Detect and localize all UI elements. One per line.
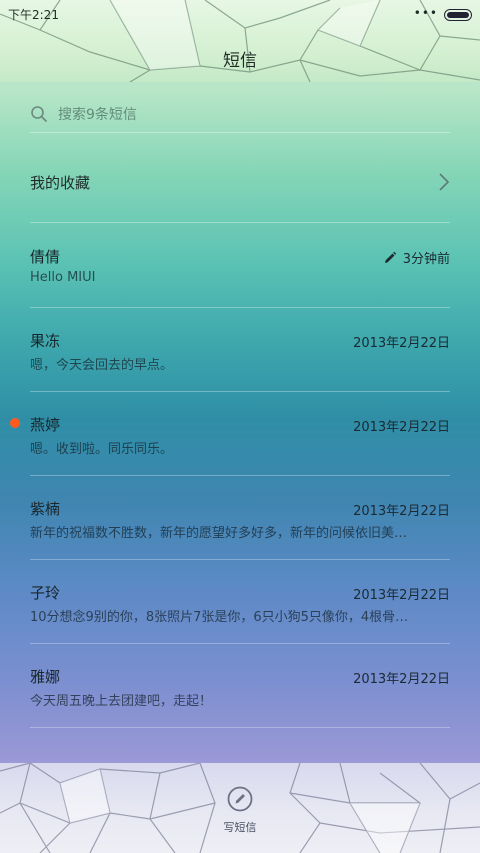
message-time: 2013年2月22日 <box>353 420 450 435</box>
status-bar: 下午2:21 ••• <box>0 0 480 28</box>
contact-name: 子玲 <box>30 584 61 602</box>
status-time: 下午2:21 <box>8 8 59 22</box>
message-preview: Hello MIUI <box>30 270 96 285</box>
message-time-text: 3分钟前 <box>402 252 450 267</box>
message-time: 3分钟前 <box>383 248 450 267</box>
battery-icon <box>444 9 472 21</box>
contact-name: 雅娜 <box>30 668 61 686</box>
message-preview: 新年的祝福数不胜数，新年的愿望好多好多，新年的问候依旧美… <box>30 526 408 541</box>
message-time: 2013年2月22日 <box>353 588 450 603</box>
page-title: 短信 <box>223 51 257 71</box>
compose-label: 写短信 <box>223 821 257 834</box>
chevron-right-icon <box>439 173 450 191</box>
message-time: 2013年2月22日 <box>353 504 450 519</box>
signal-dots-icon: ••• <box>413 6 438 20</box>
contact-name: 紫楠 <box>30 500 61 518</box>
conversation-item[interactable]: 倩倩 3分钟前 Hello MIUI <box>30 224 450 308</box>
conversation-item[interactable]: 雅娜 2013年2月22日 今天周五晚上去团建吧，走起！ <box>30 644 450 728</box>
message-preview: 10分想念9别的你，8张照片7张是你，6只小狗5只像你，4根骨… <box>30 610 409 625</box>
contact-name: 果冻 <box>30 332 61 350</box>
conversation-item[interactable]: 果冻 2013年2月22日 嗯，今天会回去的早点。 <box>30 308 450 392</box>
conversation-item[interactable]: 紫楠 2013年2月22日 新年的祝福数不胜数，新年的愿望好多好多，新年的问候依… <box>30 476 450 560</box>
compose-icon <box>227 786 253 812</box>
search-input[interactable]: 搜索9条短信 <box>58 104 137 124</box>
conversation-item[interactable]: 燕婷 2013年2月22日 嗯。收到啦。同乐同乐。 <box>10 392 450 476</box>
message-time: 2013年2月22日 <box>353 672 450 687</box>
conversation-item[interactable]: 子玲 2013年2月22日 10分想念9别的你，8张照片7张是你，6只小狗5只像… <box>30 560 450 644</box>
message-time: 2013年2月22日 <box>353 336 450 351</box>
compose-button[interactable]: 写短信 <box>0 785 480 845</box>
message-preview: 嗯，今天会回去的早点。 <box>30 358 174 373</box>
contact-name: 倩倩 <box>30 248 61 266</box>
contact-name: 燕婷 <box>30 416 61 434</box>
search-icon <box>31 106 47 122</box>
message-preview: 今天周五晚上去团建吧，走起！ <box>30 694 213 709</box>
unread-dot-icon <box>10 418 20 428</box>
draft-pencil-icon <box>384 251 396 263</box>
search-bar[interactable]: 搜索9条短信 <box>30 96 450 133</box>
message-preview: 嗯。收到啦。同乐同乐。 <box>30 442 174 457</box>
favorites-label: 我的收藏 <box>30 173 91 192</box>
favorites-row[interactable]: 我的收藏 <box>30 142 450 223</box>
